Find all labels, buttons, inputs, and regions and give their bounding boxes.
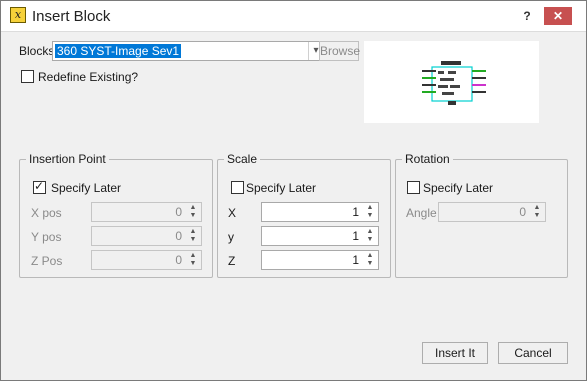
scale-x-label: X bbox=[228, 206, 237, 220]
rotation-title: Rotation bbox=[402, 152, 453, 166]
angle-field[interactable]: 0 ▲ ▼ bbox=[438, 202, 546, 222]
scale-z-label: Z bbox=[228, 254, 236, 268]
spin-arrows-icon[interactable]: ▲ ▼ bbox=[363, 228, 377, 244]
window-title: Insert Block bbox=[32, 8, 111, 25]
scale-x-field[interactable]: 1 ▲ ▼ bbox=[261, 202, 379, 222]
close-button[interactable]: ✕ bbox=[544, 7, 572, 25]
insertion-point-title: Insertion Point bbox=[26, 152, 109, 166]
spin-arrows-icon[interactable]: ▲ ▼ bbox=[186, 228, 200, 244]
x-pos-label: X pos bbox=[31, 206, 62, 220]
insert-it-button[interactable]: Insert It bbox=[422, 342, 488, 364]
insertion-specify-later-checkbox[interactable] bbox=[33, 179, 46, 194]
rotation-specify-later-checkbox[interactable] bbox=[407, 181, 420, 194]
insertion-specify-later-label: Specify Later bbox=[51, 181, 122, 195]
x-pos-field[interactable]: 0 ▲ ▼ bbox=[91, 202, 202, 222]
rotation-group: Rotation Specify Later Angle 0 ▲ ▼ bbox=[395, 152, 568, 278]
dialog-content: Blocks 360 SYST-Image Sev1 ▾ Browse Rede… bbox=[9, 32, 578, 372]
redefine-checkbox[interactable] bbox=[21, 70, 34, 83]
title-bar: x Insert Block ? ✕ bbox=[1, 1, 586, 32]
app-icon: x bbox=[10, 7, 26, 23]
scale-specify-later-label: Specify Later bbox=[246, 181, 317, 195]
scale-title: Scale bbox=[224, 152, 261, 166]
spin-arrows-icon[interactable]: ▲ ▼ bbox=[363, 204, 377, 220]
scale-group: Scale Specify Later X 1 ▲ ▼ y 1 ▲ ▼ Z 1 ▲ ▼ bbox=[217, 152, 391, 278]
scale-z-field[interactable]: 1 ▲ ▼ bbox=[261, 250, 379, 270]
block-preview-image bbox=[422, 61, 486, 105]
scale-y-label: y bbox=[228, 230, 234, 244]
browse-button[interactable]: Browse bbox=[319, 41, 360, 61]
spin-arrows-icon[interactable]: ▲ ▼ bbox=[363, 252, 377, 268]
block-preview bbox=[364, 41, 539, 123]
y-pos-label: Y pos bbox=[31, 230, 62, 244]
z-pos-label: Z Pos bbox=[31, 254, 63, 268]
insert-block-dialog: x Insert Block ? ✕ Blocks 360 SYST-Image… bbox=[0, 0, 587, 381]
spin-arrows-icon[interactable]: ▲ ▼ bbox=[186, 252, 200, 268]
angle-label: Angle bbox=[406, 206, 437, 220]
z-pos-field[interactable]: 0 ▲ ▼ bbox=[91, 250, 202, 270]
cancel-button[interactable]: Cancel bbox=[498, 342, 568, 364]
spin-arrows-icon[interactable]: ▲ ▼ bbox=[530, 204, 544, 220]
blocks-value: 360 SYST-Image Sev1 bbox=[55, 44, 182, 58]
scale-y-field[interactable]: 1 ▲ ▼ bbox=[261, 226, 379, 246]
insertion-point-group: Insertion Point Specify Later X pos 0 ▲▼… bbox=[19, 152, 213, 278]
y-pos-field[interactable]: 0 ▲ ▼ bbox=[91, 226, 202, 246]
rotation-specify-later-label: Specify Later bbox=[423, 181, 494, 195]
spin-arrows-icon[interactable]: ▲ ▼ bbox=[186, 204, 200, 220]
help-button[interactable]: ? bbox=[518, 7, 536, 25]
redefine-label: Redefine Existing? bbox=[38, 70, 139, 84]
blocks-label: Blocks bbox=[19, 44, 55, 58]
blocks-combo[interactable]: 360 SYST-Image Sev1 ▾ bbox=[52, 41, 324, 61]
scale-specify-later-checkbox[interactable] bbox=[231, 181, 244, 194]
